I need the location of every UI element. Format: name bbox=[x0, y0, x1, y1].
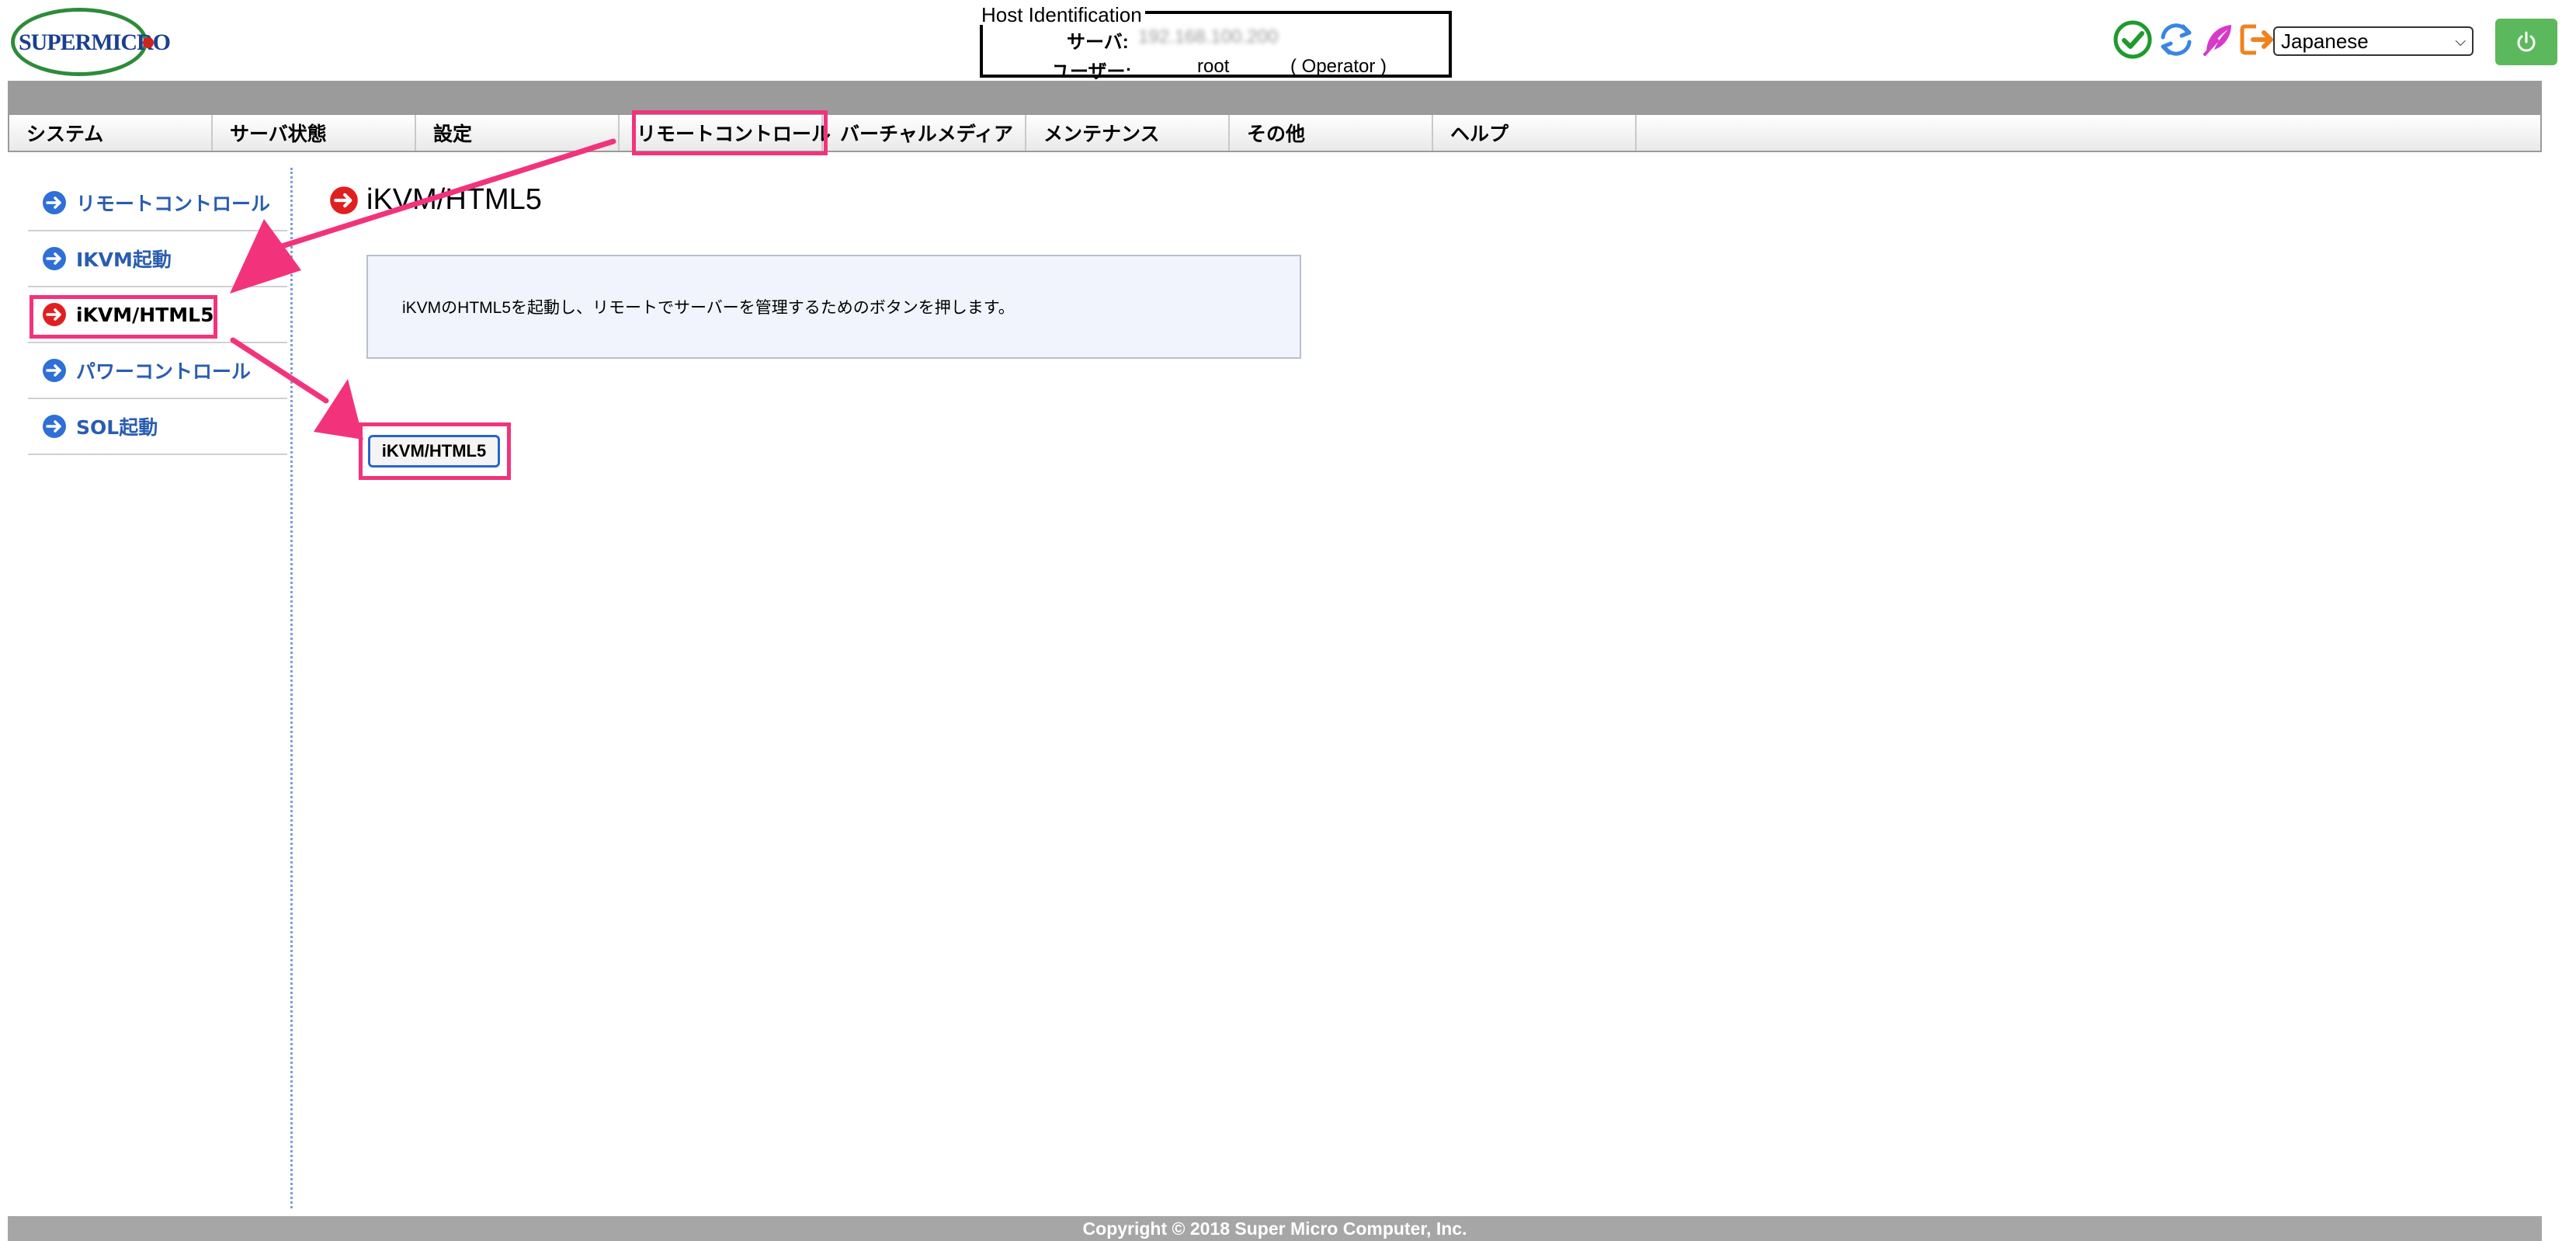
annotation-arrows bbox=[230, 138, 616, 440]
footer-copyright: Copyright © 2018 Super Micro Computer, I… bbox=[1082, 1218, 1467, 1239]
arrow-head-to-sidebar bbox=[230, 219, 301, 294]
arrow-line-to-sidebar bbox=[276, 138, 616, 250]
arrow-line-to-button bbox=[230, 337, 329, 404]
footer: Copyright © 2018 Super Micro Computer, I… bbox=[8, 1216, 2542, 1241]
arrow-head-to-button bbox=[314, 379, 363, 440]
